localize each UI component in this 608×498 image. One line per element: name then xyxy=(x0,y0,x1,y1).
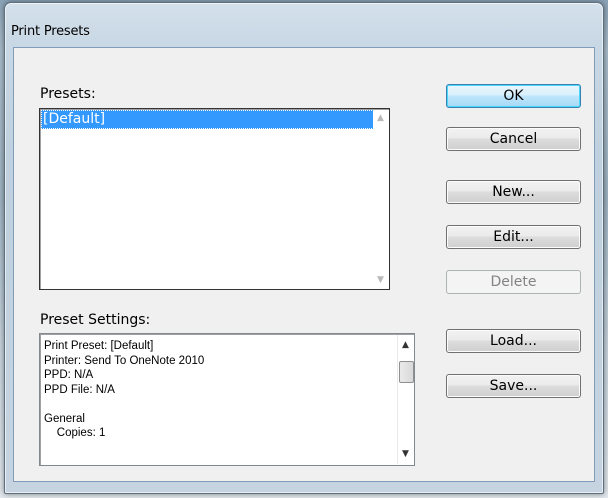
presets-label-text: Presets: xyxy=(40,86,96,102)
preset-settings-label: Preset Settings: xyxy=(40,312,150,328)
settings-line: Printer: Send To OneNote 2010 xyxy=(44,354,205,367)
scroll-down-arrow-icon[interactable]: ▼ xyxy=(373,272,388,288)
preset-settings-label-text: Preset Settings: xyxy=(40,312,151,328)
settings-line: PPD: N/A xyxy=(44,369,94,381)
settings-line: Print Preset: [Default] xyxy=(44,340,154,352)
scroll-up-arrow-icon[interactable]: ▲ xyxy=(398,337,413,353)
settings-line xyxy=(44,397,204,412)
settings-line: Copies: 1 xyxy=(44,427,106,439)
preset-settings-text: Print Preset: [Default] Printer: Send To… xyxy=(44,339,204,441)
preset-item-default[interactable]: [Default] xyxy=(41,110,374,129)
ok-button[interactable]: OK xyxy=(446,84,581,108)
preset-item-label: [Default] xyxy=(43,111,106,127)
scroll-thumb[interactable] xyxy=(399,361,414,383)
new-button[interactable]: New... xyxy=(446,180,581,204)
presets-scrollbar[interactable]: ▲ ▼ xyxy=(373,110,388,288)
save-button[interactable]: Save... xyxy=(446,374,581,398)
settings-line: General xyxy=(44,412,85,425)
dialog-title: Print Presets xyxy=(11,24,90,39)
delete-button[interactable]: Delete xyxy=(446,270,581,294)
edit-button[interactable]: Edit... xyxy=(446,225,581,249)
scroll-down-arrow-icon[interactable]: ▼ xyxy=(398,446,413,462)
scroll-up-arrow-icon[interactable]: ▲ xyxy=(373,110,388,126)
preset-settings-box[interactable]: Print Preset: [Default] Printer: Send To… xyxy=(39,333,415,466)
load-button[interactable]: Load... xyxy=(446,329,581,353)
title-bar[interactable]: Print Presets xyxy=(5,3,603,39)
settings-line: PPD File: N/A xyxy=(44,383,115,396)
cancel-button[interactable]: Cancel xyxy=(446,127,581,151)
presets-listbox[interactable]: [Default] ▲ ▼ xyxy=(39,108,390,290)
presets-label: Presets: xyxy=(40,86,96,102)
settings-scrollbar[interactable]: ▲ ▼ xyxy=(397,335,414,464)
